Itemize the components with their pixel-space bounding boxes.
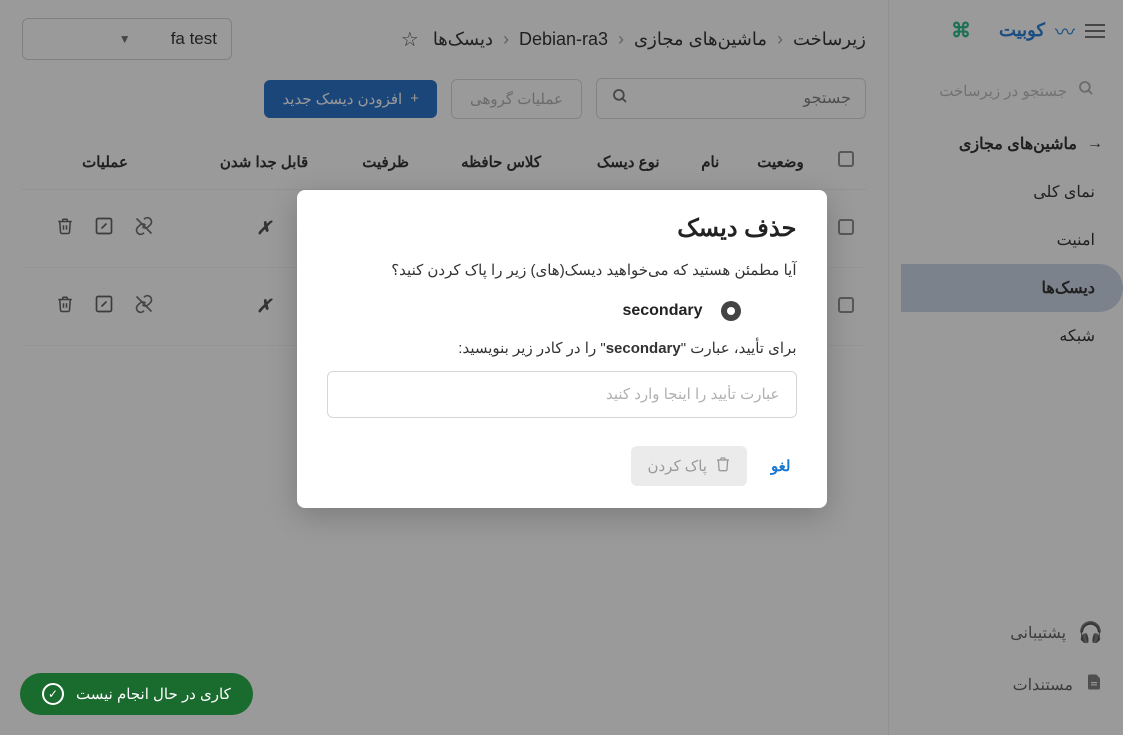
modal-confirm-input[interactable] [327,371,797,418]
disk-status-dot-icon [721,301,741,321]
cancel-button[interactable]: لغو [765,449,797,483]
delete-button[interactable]: پاک کردن [631,446,746,486]
modal-title: حذف دیسک [327,214,797,243]
check-circle-icon: ✓ [42,683,64,705]
modal-overlay[interactable]: حذف دیسک آیا مطمئن هستید که می‌خواهید دی… [0,0,1123,735]
trash-icon [715,456,731,476]
status-label: کاری در حال انجام نیست [76,685,231,703]
modal-question: آیا مطمئن هستید که می‌خواهید دیسک(های) ز… [327,259,797,283]
delete-disk-modal: حذف دیسک آیا مطمئن هستید که می‌خواهید دی… [297,190,827,508]
delete-button-label: پاک کردن [647,457,706,475]
status-pill[interactable]: کاری در حال انجام نیست ✓ [20,673,253,715]
modal-actions: لغو پاک کردن [327,446,797,486]
modal-disk-name: secondary [622,302,702,320]
modal-confirm-instruction: برای تأیید، عبارت "secondary" را در کادر… [327,339,797,357]
modal-disk-item: secondary [327,301,797,321]
